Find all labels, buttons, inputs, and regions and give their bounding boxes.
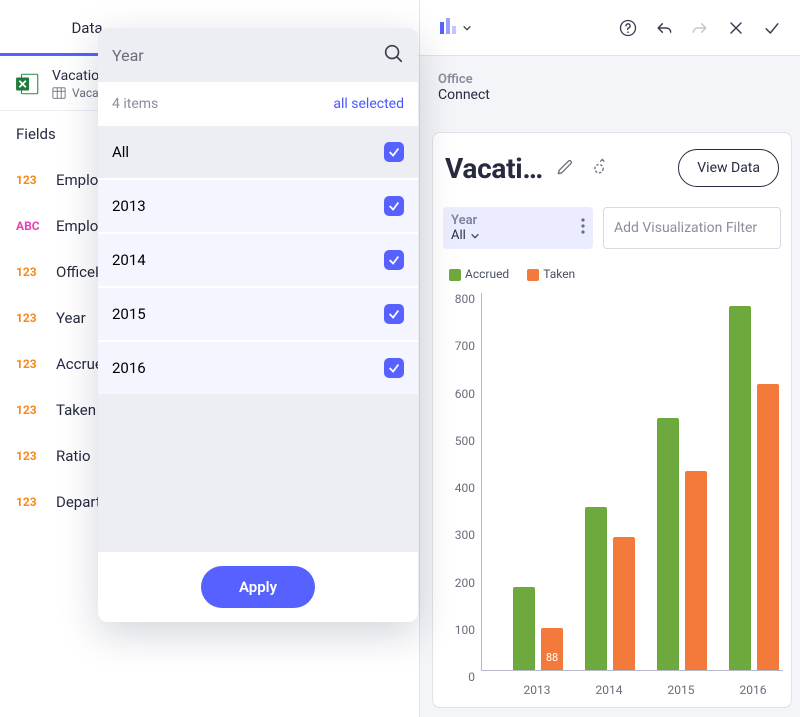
- bar-accrued: [729, 306, 751, 670]
- excel-icon: [14, 70, 42, 98]
- field-type: 123: [16, 403, 46, 417]
- year-filter-pill[interactable]: Year All: [443, 207, 593, 249]
- help-button[interactable]: [612, 12, 644, 44]
- field-type: 123: [16, 265, 46, 279]
- y-tick: 500: [455, 434, 475, 448]
- y-tick: 600: [455, 387, 475, 401]
- popup-item-label: 2014: [112, 251, 146, 269]
- add-viz-filter-button[interactable]: Add Visualization Filter: [603, 207, 781, 249]
- bar-taken: [685, 471, 707, 670]
- bar-accrued: [513, 587, 535, 670]
- year-pill-value: All: [451, 228, 466, 243]
- y-tick: 100: [455, 623, 475, 637]
- x-tick: 2014: [596, 683, 623, 697]
- popup-item[interactable]: 2013: [98, 178, 418, 232]
- popup-item-all[interactable]: All: [98, 126, 418, 178]
- y-tick: 700: [455, 339, 475, 353]
- breadcrumb: Office Connect: [420, 56, 800, 107]
- checkbox-checked-icon[interactable]: [384, 196, 404, 216]
- view-data-button[interactable]: View Data: [678, 149, 779, 187]
- confirm-button[interactable]: [756, 12, 788, 44]
- popup-item-label: 2016: [112, 359, 146, 377]
- field-type: 123: [16, 449, 46, 463]
- popup-status: 4 items all selected: [98, 82, 418, 126]
- visualization-card: Vacati… View Data Year All Add Visualiza…: [432, 132, 792, 708]
- undo-button[interactable]: [648, 12, 680, 44]
- popup-title: Year: [112, 46, 144, 65]
- x-tick: 2013: [524, 683, 551, 697]
- field-type: ABC: [16, 219, 46, 233]
- bar-taken: [613, 537, 635, 670]
- popup-header: Year: [98, 28, 418, 82]
- viz-title: Vacati…: [445, 152, 543, 185]
- y-tick: 200: [455, 576, 475, 590]
- apply-button[interactable]: Apply: [201, 566, 315, 608]
- breadcrumb-parent: Office: [438, 72, 782, 87]
- chevron-down-icon: [462, 18, 472, 37]
- y-tick: 300: [455, 528, 475, 542]
- field-type: 123: [16, 311, 46, 325]
- popup-item[interactable]: 2016: [98, 340, 418, 394]
- y-tick: 400: [455, 481, 475, 495]
- edit-icon[interactable]: [555, 157, 577, 179]
- field-label: Year: [56, 309, 86, 327]
- breadcrumb-current: Connect: [438, 87, 782, 103]
- year-pill-label: Year: [451, 213, 480, 228]
- legend-swatch-accrued: [449, 269, 461, 281]
- bar-taken: 88: [541, 628, 563, 670]
- popup-item-label: 2015: [112, 305, 146, 323]
- x-tick: 2016: [740, 683, 767, 697]
- bar-group: [724, 306, 784, 670]
- bar-group: 88: [508, 587, 568, 670]
- viz-toolbar: [420, 0, 800, 56]
- legend-label-taken: Taken: [543, 267, 575, 281]
- checkbox-checked-icon[interactable]: [384, 304, 404, 324]
- x-tick: 2015: [668, 683, 695, 697]
- popup-item-label: 2013: [112, 197, 146, 215]
- chart-plot: 88: [481, 293, 783, 671]
- search-icon[interactable]: [382, 42, 404, 68]
- field-label: Taken: [56, 401, 96, 419]
- add-viz-filter-label: Add Visualization Filter: [614, 220, 757, 236]
- bar-value-label: 88: [546, 651, 558, 664]
- y-axis: 0100200300400500600700800: [439, 293, 479, 671]
- popup-footer: Apply: [98, 552, 418, 622]
- checkbox-checked-icon[interactable]: [384, 250, 404, 270]
- field-type: 123: [16, 495, 46, 509]
- bar-group: [580, 507, 640, 670]
- legend-label-accrued: Accrued: [465, 267, 509, 281]
- popup-all-selected[interactable]: all selected: [333, 96, 404, 112]
- popup-item[interactable]: 2015: [98, 286, 418, 340]
- redo-button[interactable]: [684, 12, 716, 44]
- kebab-icon[interactable]: [581, 218, 585, 238]
- y-tick: 0: [468, 670, 475, 684]
- bar-accrued: [657, 418, 679, 670]
- field-type: 123: [16, 357, 46, 371]
- bar-taken: [757, 384, 779, 670]
- viz-filter-row: Year All Add Visualization Filter: [433, 199, 791, 257]
- field-label: Ratio: [56, 447, 91, 465]
- legend-swatch-taken: [527, 269, 539, 281]
- y-tick: 800: [455, 292, 475, 306]
- popup-scroll-area: [98, 394, 418, 552]
- checkbox-checked-icon[interactable]: [384, 358, 404, 378]
- chart-area: 0 100 200 300 400 500 600 700 800 88 2013 2014 201…: [433, 287, 791, 707]
- bar-chart-icon: [438, 16, 458, 40]
- bar-accrued: [585, 507, 607, 670]
- chart-legend: Accrued Taken: [433, 257, 791, 287]
- table-icon: [52, 86, 66, 100]
- popup-item[interactable]: 2014: [98, 232, 418, 286]
- popup-count: 4 items: [112, 96, 158, 112]
- checkbox-checked-icon[interactable]: [384, 142, 404, 162]
- field-type: 123: [16, 173, 46, 187]
- bar-group: [652, 418, 712, 670]
- popup-items: All 2013 2014 2015 2016: [98, 126, 418, 394]
- year-filter-popup: Year 4 items all selected All 2013 2014 …: [98, 28, 418, 622]
- close-button[interactable]: [720, 12, 752, 44]
- chevron-down-icon: [470, 231, 480, 241]
- popup-item-label: All: [112, 143, 129, 161]
- viz-header: Vacati… View Data: [433, 141, 791, 199]
- viz-settings-icon[interactable]: [589, 157, 611, 179]
- chart-type-dropdown[interactable]: [432, 10, 478, 46]
